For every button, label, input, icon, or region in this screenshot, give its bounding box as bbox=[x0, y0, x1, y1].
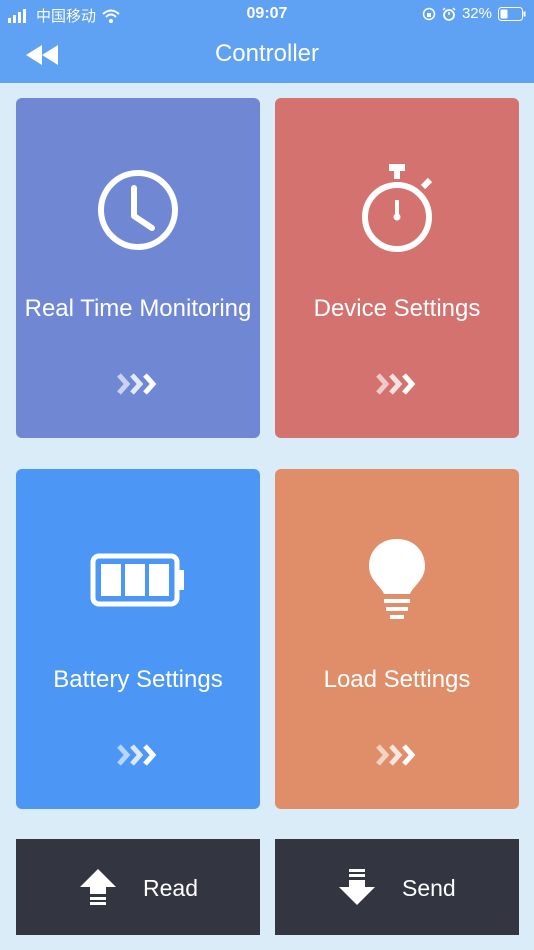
status-bar: 中国移动 09:07 32% bbox=[0, 0, 534, 28]
chevrons-icon bbox=[275, 743, 519, 767]
download-arrow-icon bbox=[339, 869, 375, 905]
clock-icon bbox=[98, 170, 178, 250]
tile-label: Real Time Monitoring bbox=[24, 295, 252, 322]
battery-icon bbox=[90, 553, 184, 607]
chevrons-icon bbox=[275, 372, 519, 396]
tile-device-settings[interactable]: Device Settings bbox=[275, 98, 519, 438]
status-battery-icon bbox=[498, 6, 526, 21]
read-label: Read bbox=[143, 875, 198, 901]
alarm-icon bbox=[442, 6, 456, 21]
tile-label: Load Settings bbox=[323, 666, 471, 693]
send-label: Send bbox=[402, 875, 456, 901]
tile-real-time-monitoring[interactable]: Real Time Monitoring bbox=[16, 98, 260, 438]
bulb-icon bbox=[369, 539, 425, 619]
tile-icon-wrap bbox=[16, 531, 260, 631]
tile-icon-wrap bbox=[16, 160, 260, 260]
tile-label: Device Settings bbox=[313, 295, 481, 322]
tile-load-settings[interactable]: Load Settings bbox=[275, 469, 519, 809]
orientation-lock-icon bbox=[422, 7, 436, 20]
nav-bar: Controller bbox=[0, 28, 534, 83]
read-button[interactable]: Read bbox=[16, 839, 260, 935]
status-right: 32% bbox=[422, 5, 526, 22]
tile-icon-wrap bbox=[275, 160, 519, 260]
battery-percent: 32% bbox=[461, 5, 492, 22]
upload-arrow-icon bbox=[80, 869, 116, 905]
chevrons-icon bbox=[16, 372, 260, 396]
tile-icon-wrap bbox=[275, 531, 519, 631]
stopwatch-icon bbox=[362, 164, 433, 252]
tile-label: Battery Settings bbox=[53, 666, 223, 693]
page-title: Controller bbox=[214, 40, 320, 67]
chevrons-icon bbox=[16, 743, 260, 767]
tile-battery-settings[interactable]: Battery Settings bbox=[16, 469, 260, 809]
send-button[interactable]: Send bbox=[275, 839, 519, 935]
